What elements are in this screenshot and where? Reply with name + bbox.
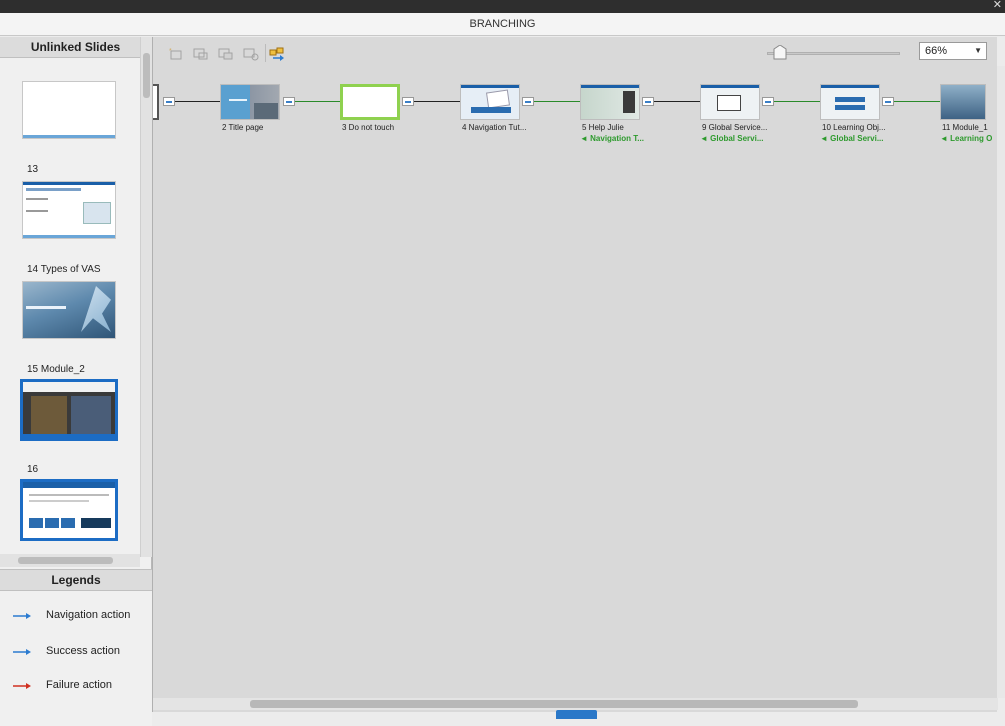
slide-thumbnail-16[interactable] [20,379,118,441]
toolbar-separator [265,44,266,62]
node-branch-link[interactable]: ◄ Learning O [940,134,992,143]
node-do-not-touch[interactable] [340,84,400,120]
canvas-horizontal-scrollbar[interactable] [153,698,998,710]
connection-port[interactable] [163,97,175,106]
slide-thumbnail-14[interactable] [22,181,116,239]
connection-port[interactable] [762,97,774,106]
node-help-julie[interactable] [580,84,640,120]
zoom-value: 66% [925,45,948,57]
connection-line [295,101,340,102]
connection-line [534,101,580,102]
node-branch-link[interactable]: ◄ Global Servi... [700,134,764,143]
connection-line [654,101,700,102]
node-global-service[interactable] [700,84,760,120]
scroll-thumb[interactable] [143,53,150,98]
node-navigation-tutorial[interactable] [460,84,520,120]
scroll-thumb[interactable] [250,700,858,708]
zoom-select[interactable]: 66% ▼ [919,42,987,60]
node-label: 4 Navigation Tut... [462,123,527,132]
node-label: 9 Global Service... [702,123,768,132]
node-title-page[interactable] [220,84,280,120]
slide-label: 16 [27,464,39,475]
branching-canvas[interactable]: * 66% ▼ 2 Title page 3 Do not touch 4 Nav… [152,37,997,712]
slide-label: 15 Module_2 [27,364,85,375]
connection-port[interactable] [522,97,534,106]
toolbar: * 66% ▼ [153,37,998,67]
svg-text:*: * [169,48,172,55]
slide-label: 14 Types of VAS [27,264,101,275]
legend-label: Navigation action [46,609,131,621]
connection-line [774,101,820,102]
failure-arrow-icon [13,683,31,689]
connection-port[interactable] [283,97,295,106]
previous-node-stub[interactable] [153,84,159,120]
node-branch-link[interactable]: ◄ Navigation T... [580,134,644,143]
expand-bottom-button[interactable] [556,710,597,719]
node-label: 3 Do not touch [342,123,395,132]
node-label: 10 Learning Obj... [822,123,886,132]
slide-thumbnail-15[interactable] [22,281,116,339]
connection-line [894,101,940,102]
slide-label: 13 [27,164,39,175]
legend-label: Failure action [46,679,113,691]
legends-panel: Legends Navigation action Success action… [0,569,152,726]
connection-port[interactable] [402,97,414,106]
canvas-vertical-scrollbar[interactable] [997,66,1005,698]
scroll-thumb[interactable] [18,557,113,564]
remove-group-icon[interactable] [243,47,259,61]
connection-line [414,101,460,102]
connection-port[interactable] [882,97,894,106]
node-label: 11 Module_1 [942,123,988,132]
navigation-arrow-icon [13,613,31,619]
node-label: 5 Help Julie [582,123,624,132]
node-learning-objectives[interactable] [820,84,880,120]
unlinked-slides-list: 13 14 Types of VAS 15 Module_2 16 [0,59,140,567]
connection-port[interactable] [642,97,654,106]
window-titlebar: ✕ [0,0,1005,13]
connection-line [175,101,220,102]
node-module-1[interactable] [940,84,986,120]
slides-vertical-scrollbar[interactable] [140,37,152,557]
create-group-icon[interactable]: * [168,47,184,61]
collapse-group-icon[interactable] [218,47,234,61]
export-flowchart-icon[interactable] [269,47,285,61]
node-label: 2 Title page [222,123,264,132]
slide-thumbnail-17[interactable] [20,479,118,541]
legends-header: Legends [0,570,152,591]
chevron-down-icon: ▼ [974,46,982,55]
panel-title: BRANCHING [0,13,1005,36]
success-arrow-icon [13,649,31,655]
expand-group-icon[interactable] [193,47,209,61]
left-panel: Unlinked Slides 13 14 Types of VAS 15 Mo… [0,37,152,726]
slide-thumbnail-13[interactable] [22,81,116,139]
slides-horizontal-scrollbar[interactable] [0,554,140,567]
zoom-slider-knob[interactable] [773,45,787,60]
node-branch-link[interactable]: ◄ Global Servi... [820,134,884,143]
unlinked-slides-header: Unlinked Slides [0,37,151,58]
close-icon[interactable]: ✕ [993,0,1002,12]
legend-label: Success action [46,645,120,657]
